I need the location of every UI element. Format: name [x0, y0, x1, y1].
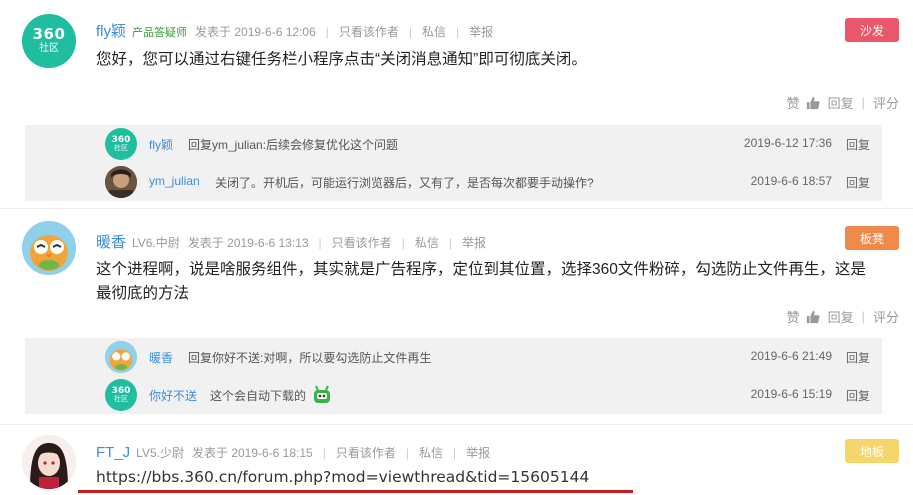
post-actions: 赞 回复 | 评分 — [787, 93, 899, 112]
floor-badge[interactable]: 板凳 — [845, 226, 899, 250]
user-level: LV5.少尉 — [136, 446, 184, 460]
reply-time: 2019-6-6 21:49 — [750, 349, 832, 363]
divider: | — [448, 236, 452, 250]
avatar[interactable] — [22, 435, 76, 489]
reply-item: 360 社区 你好不送 这个会自动下载的 2019-6-6 15:19 回复 — [25, 376, 882, 414]
divider: | — [861, 309, 865, 324]
post-time: 发表于 2019-6-6 12:06 — [195, 25, 316, 39]
reply-list: 360 社区 fly颖 回复ym_julian:后续会修复优化这个问题 2019… — [25, 125, 882, 201]
reply-username[interactable]: fly颖 — [149, 136, 173, 153]
post-meta: 暖香 LV6.中尉 发表于 2019-6-6 13:13 | 只看该作者 | 私… — [96, 231, 486, 252]
thumbs-up-icon — [806, 310, 820, 323]
avatar[interactable]: 360 社区 — [105, 128, 137, 160]
divider: | — [408, 25, 413, 39]
avatar[interactable]: 360 社区 — [22, 14, 76, 68]
reply-text: 这个会自动下载的 — [210, 389, 307, 403]
post-meta: fly颖 产品答疑师 发表于 2019-6-6 12:06 | 只看该作者 | … — [96, 20, 493, 41]
divider: | — [405, 446, 409, 460]
post-content: 您好，您可以通过右键任务栏小程序点击“关闭消息通知”即可彻底关闭。 — [96, 51, 587, 68]
avatar[interactable]: 360 社区 — [105, 379, 137, 411]
user-photo-icon — [105, 166, 137, 198]
role-badge: 产品答疑师 — [132, 27, 188, 39]
username-link[interactable]: FT_J — [96, 444, 130, 461]
post-content-line: 最彻底的方法 — [96, 285, 190, 302]
message-link[interactable]: 私信 — [419, 444, 443, 461]
like-button[interactable]: 赞 — [787, 307, 820, 326]
reply-item: 暖香 回复你好不送:对啊，所以要勾选防止文件再生 2019-6-6 21:49 … — [25, 338, 882, 376]
rate-button[interactable]: 评分 — [873, 93, 899, 112]
avatar[interactable] — [105, 166, 137, 198]
reply-button[interactable]: 回复 — [846, 349, 870, 366]
report-link[interactable]: 举报 — [469, 23, 493, 40]
post-content-link[interactable]: https://bbs.360.cn/forum.php?mod=viewthr… — [96, 468, 589, 486]
avatar[interactable] — [22, 221, 76, 275]
message-link[interactable]: 私信 — [422, 23, 446, 40]
divider: | — [452, 446, 457, 460]
divider: | — [456, 25, 460, 39]
reply-text: 关闭了。开机后，可能运行浏览器后，又有了，是否每次都要手动操作? — [215, 176, 594, 190]
post-actions: 赞 回复 | 评分 — [787, 307, 899, 326]
reply-time: 2019-6-6 18:57 — [750, 174, 832, 188]
robot-emoji-icon — [314, 385, 330, 403]
reply-item: ym_julian 关闭了。开机后，可能运行浏览器后，又有了，是否每次都要手动操… — [25, 163, 882, 201]
only-author-link[interactable]: 只看该作者 — [339, 23, 399, 40]
reply-username[interactable]: ym_julian — [149, 174, 200, 188]
owl-avatar-icon — [105, 341, 137, 373]
highlight-underline — [78, 490, 633, 493]
divider: | — [861, 95, 865, 110]
reply-button[interactable]: 回复 — [828, 93, 854, 112]
message-link[interactable]: 私信 — [415, 234, 439, 251]
reply-button[interactable]: 回复 — [828, 307, 854, 326]
divider: | — [401, 236, 405, 250]
divider — [0, 208, 913, 209]
username-link[interactable]: fly颖 — [96, 20, 126, 41]
divider: | — [318, 236, 322, 250]
user-level: LV6.中尉 — [132, 236, 180, 250]
only-author-link[interactable]: 只看该作者 — [332, 234, 392, 251]
report-link[interactable]: 举报 — [462, 234, 486, 251]
anime-avatar-icon — [22, 435, 76, 489]
reply-item: 360 社区 fly颖 回复ym_julian:后续会修复优化这个问题 2019… — [25, 125, 882, 163]
reply-list: 暖香 回复你好不送:对啊，所以要勾选防止文件再生 2019-6-6 21:49 … — [25, 338, 882, 414]
only-author-link[interactable]: 只看该作者 — [336, 444, 396, 461]
rate-button[interactable]: 评分 — [873, 307, 899, 326]
floor-badge[interactable]: 地板 — [845, 439, 899, 463]
report-link[interactable]: 举报 — [466, 444, 490, 461]
reply-button[interactable]: 回复 — [846, 387, 870, 404]
post-meta: FT_J LV5.少尉 发表于 2019-6-6 18:15 | 只看该作者 |… — [96, 444, 490, 461]
reply-text: 回复你好不送:对啊，所以要勾选防止文件再生 — [188, 351, 432, 365]
divider — [0, 424, 913, 425]
reply-time: 2019-6-6 15:19 — [750, 387, 832, 401]
floor-badge[interactable]: 沙发 — [845, 18, 899, 42]
like-button[interactable]: 赞 — [787, 93, 820, 112]
reply-button[interactable]: 回复 — [846, 174, 870, 191]
thumbs-up-icon — [806, 96, 820, 109]
divider: | — [325, 25, 329, 39]
reply-text: 回复ym_julian:后续会修复优化这个问题 — [188, 138, 399, 152]
reply-username[interactable]: 你好不送 — [149, 387, 197, 404]
reply-button[interactable]: 回复 — [846, 136, 870, 153]
post-time: 发表于 2019-6-6 13:13 — [187, 236, 309, 250]
post-content-line: 这个进程啊，说是啥服务组件，其实就是广告程序，定位到其位置，选择360文件粉碎，… — [96, 261, 866, 278]
owl-avatar-icon — [22, 221, 76, 275]
username-link[interactable]: 暖香 — [96, 231, 126, 252]
reply-time: 2019-6-12 17:36 — [743, 136, 832, 150]
avatar[interactable] — [105, 341, 137, 373]
post-time: 发表于 2019-6-6 18:15 — [191, 446, 313, 460]
divider: | — [322, 446, 326, 460]
reply-username[interactable]: 暖香 — [149, 349, 173, 366]
